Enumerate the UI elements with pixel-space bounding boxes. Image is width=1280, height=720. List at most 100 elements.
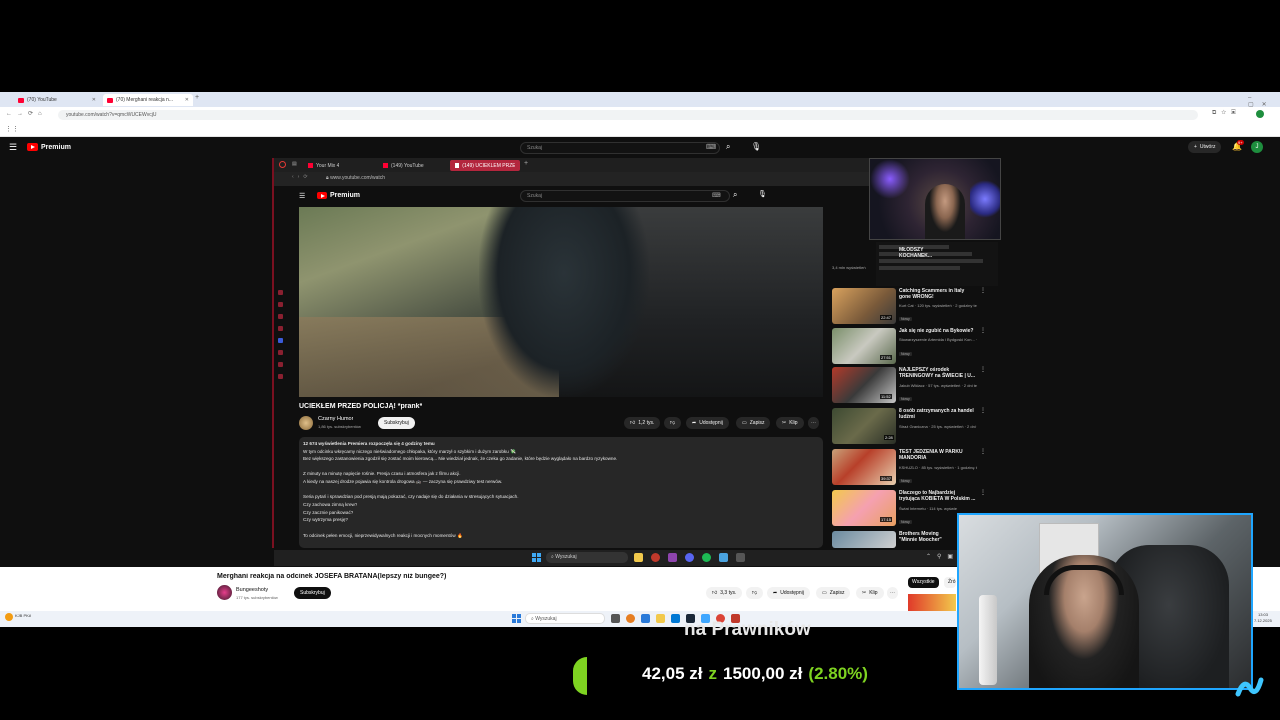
discord-icon[interactable] [685,553,694,562]
close-tab-icon[interactable]: ✕ [92,97,96,103]
file-explorer-icon[interactable] [656,614,665,623]
inner-dislike-button[interactable]: 👎︎ [664,417,682,429]
more-options-icon[interactable]: ⋮ [980,489,986,496]
rec-title[interactable]: 8 osób zatrzymanych za handel ludźmi [899,408,977,420]
sidebar-app-icon[interactable] [278,374,283,379]
account-avatar[interactable]: J [1251,141,1263,153]
rec-title[interactable]: Jak się nie zgubić na Bykowie? [899,328,977,334]
profile-avatar[interactable] [1256,110,1264,118]
outer-dislike-button[interactable]: 👎︎ [746,587,764,599]
outer-subscribe-button[interactable]: Subskrybuj [294,587,331,599]
inner-tab-youtube[interactable]: (149) YouTube [378,160,448,171]
rec-title[interactable]: TEST JEDZENIA W PARKU MANDORIA [899,449,977,461]
rec-thumbnail[interactable] [832,531,896,548]
inner-tab-mix[interactable]: Your Mix 4 [303,160,373,171]
rec-title[interactable]: Dlaczego to Najbardziej trytująca KOBIET… [899,490,977,502]
inner-share-button[interactable]: ➦ Udostępnij [686,417,729,429]
menu-icon[interactable]: ☰ [9,142,17,153]
channel-avatar[interactable] [217,585,232,600]
outer-channel-name[interactable]: Bungeeshoty [236,587,268,593]
channel-avatar[interactable] [299,416,313,430]
filter-chip-all[interactable]: Wszystkie [908,577,939,588]
youtube-logo[interactable]: Premium [27,143,71,151]
task-view-icon[interactable] [611,614,620,623]
more-options-icon[interactable]: ⋮ [980,287,986,294]
outer-tab-active[interactable]: (70) Merghani reakcja n... ✕ [103,94,193,106]
inner-nav-buttons[interactable]: ‹›⟳ [292,174,312,180]
rec-thumbnail[interactable] [908,594,956,611]
inner-channel-name[interactable]: Czarny Humor [318,416,353,422]
sidebar-app-icon[interactable] [278,290,283,295]
outer-save-button[interactable]: ▭ Zapisz [816,587,851,599]
keyboard-icon[interactable]: ⌨ [712,192,721,199]
inner-taskbar-search[interactable]: ⌕ Wyszukaj [546,552,628,563]
rec-meta: 3,4 mln wyświetleń [832,265,866,270]
sidebar-app-icon[interactable] [278,314,283,319]
app-icon[interactable] [668,553,677,562]
outer-like-button[interactable]: 👍︎ 3,3 tys. [706,587,743,599]
app-icon[interactable] [641,614,650,623]
create-button[interactable]: + Utwórz [1188,141,1222,153]
keyboard-icon[interactable]: ⌨ [706,143,716,151]
new-tab-icon[interactable]: + [524,160,528,167]
more-options-icon[interactable]: ⋮ [980,366,986,373]
streamer-camera [869,158,1001,240]
apps-grid-icon[interactable]: ⋮⋮ [5,125,19,133]
windows-start-icon[interactable] [532,553,541,562]
outer-taskbar-search[interactable]: ⌕ Wyszukaj [525,613,605,624]
app-icon[interactable] [671,614,680,623]
more-options-icon[interactable]: ⋮ [980,448,986,455]
youtube-logo[interactable]: Premium [317,192,360,199]
inner-subscribe-button[interactable]: Subskrybuj [378,417,415,429]
menu-icon[interactable]: ☰ [299,192,305,200]
app-icon[interactable] [719,553,728,562]
streamer-figure [925,184,965,239]
more-actions-icon[interactable]: ⋯ [887,587,898,599]
close-tab-icon[interactable]: ✕ [185,97,189,103]
inner-search-input[interactable]: Szukaj [520,190,730,202]
opera-icon[interactable] [651,553,660,562]
inner-like-button[interactable]: 👍︎ 1,2 tys. [624,417,661,429]
outer-share-button[interactable]: ➦ Udostępnij [767,587,810,599]
spotify-icon[interactable] [702,553,711,562]
app-icon[interactable] [736,553,745,562]
inner-tab-active[interactable]: (149) UCIEKLEM PRZED P [450,160,520,171]
tab-menu-icon[interactable]: ▤ [292,161,297,167]
microphone-icon[interactable]: 🎙 [751,142,761,151]
search-icon[interactable]: ⌕ [733,190,737,200]
inner-clip-button[interactable]: ✂ Klip [776,417,804,429]
desc-line: Seria pytań i sprawdzian pod presją mają… [303,494,519,499]
desc-line: Czy zacznie panikować? [303,510,354,515]
outer-address-bar[interactable]: youtube.com/watch?v=qmcWUCEWvcjU [58,110,1198,120]
sidebar-app-icon[interactable] [278,350,283,355]
app-icon[interactable] [626,614,635,623]
sidebar-app-icon[interactable] [278,338,283,343]
outer-search-input[interactable]: Szukaj [520,142,720,154]
video-player[interactable] [299,207,823,397]
rec-title[interactable]: MŁODSZY KOCHANEK... [899,247,939,259]
search-icon[interactable]: ⌕ [726,142,730,152]
more-options-icon[interactable]: ⋮ [980,407,986,414]
outer-tab-youtube[interactable]: (70) YouTube ✕ [14,94,100,106]
rec-title[interactable]: NAJLEPSZY ośrodek TRENINGOWY na ŚWIECIE … [899,367,977,379]
microphone-icon[interactable]: 🎙 [758,190,767,198]
file-explorer-icon[interactable] [634,553,643,562]
windows-start-icon[interactable] [512,614,521,623]
nav-buttons[interactable]: ←→⟳⌂ [6,110,47,117]
weather-icon[interactable] [5,613,13,621]
more-actions-icon[interactable]: ⋯ [808,417,819,429]
sidebar-app-icon[interactable] [278,362,283,367]
outer-clip-button[interactable]: ✂ Klip [856,587,884,599]
rec-title[interactable]: Catching Scammers in Italy gone WRONG! [899,288,977,300]
new-badge: Nowy [899,397,912,401]
sidebar-app-icon[interactable] [278,302,283,307]
browser-extension-icons[interactable]: ⧉☆▣ [1212,110,1241,117]
new-tab-icon[interactable]: + [195,94,199,101]
inner-address-bar[interactable]: 🔒︎ www.youtube.com/watch [326,175,385,181]
sidebar-app-icon[interactable] [278,326,283,331]
more-options-icon[interactable]: ⋮ [980,327,986,334]
filter-chip-source[interactable]: Źró [944,577,956,588]
rec-title[interactable]: Brothers Moving "Minnie Moocher" [899,531,957,543]
inner-save-button[interactable]: ▭ Zapisz [736,417,771,429]
inner-system-tray[interactable]: ⌃⚲▣ [926,553,959,560]
